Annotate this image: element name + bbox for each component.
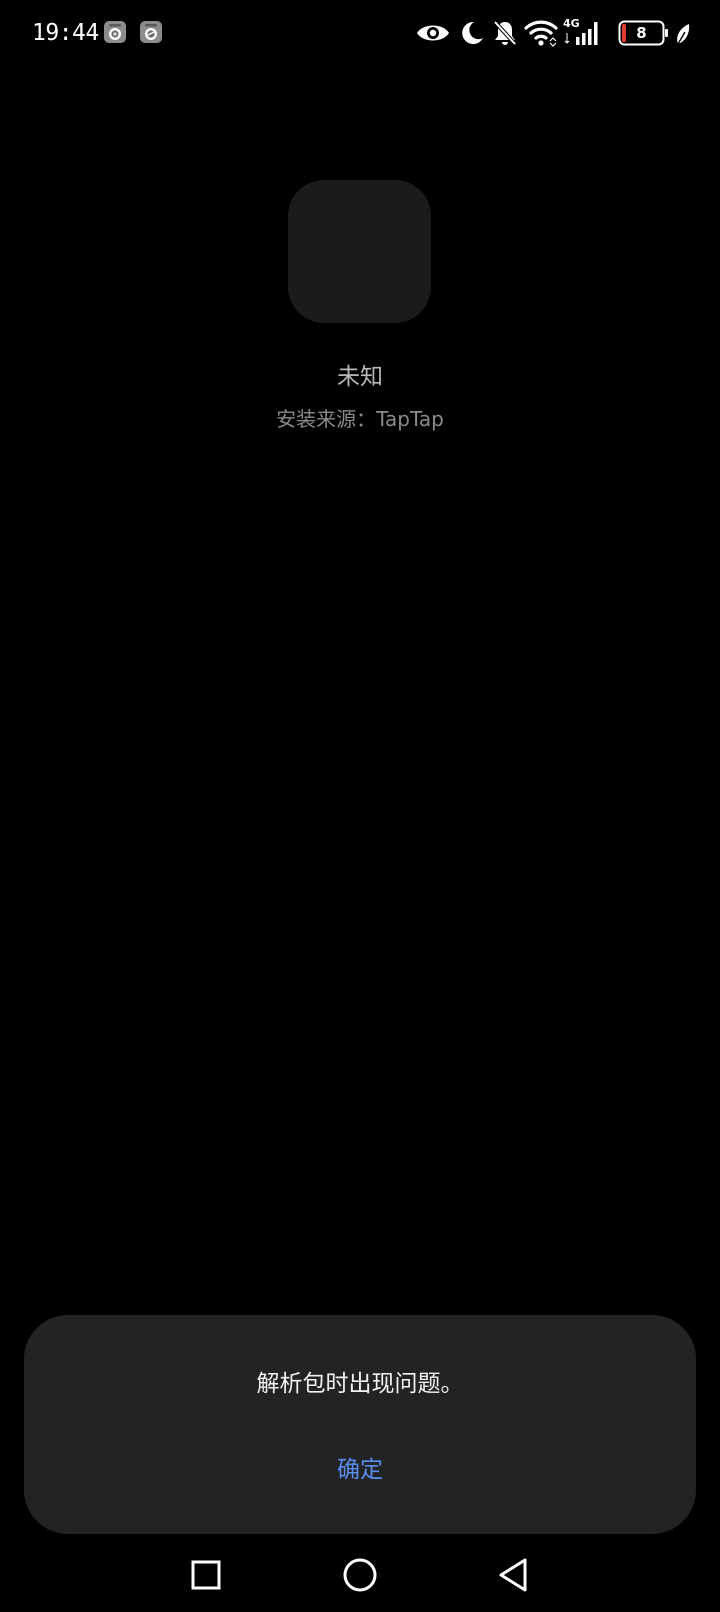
confirm-button[interactable]: 确定 [300,1445,420,1495]
camera-app-icon [104,21,126,43]
eye-icon [417,25,449,41]
bell-off-icon [493,20,517,46]
wifi-icon [524,20,558,47]
dialog-message: 解析包时出现问题。 [256,1371,464,1397]
recents-square-icon [191,1560,221,1590]
cellular-4g-icon: 4G [563,17,603,47]
camera-app-icon [140,21,162,43]
leaf-icon [677,24,690,45]
install-source: 安装来源：TapTap [276,407,444,431]
status-time: 19:44 [32,20,99,46]
app-name: 未知 [337,364,383,390]
home-circle-icon [343,1558,377,1592]
app-icon-placeholder [288,180,431,323]
status-bar: 19:44 4G 8 [0,0,720,68]
moon-icon [462,21,483,44]
battery-icon: 8 [618,20,670,46]
recents-button[interactable] [176,1545,236,1605]
home-button[interactable] [330,1545,390,1605]
error-dialog: 解析包时出现问题。 确定 [24,1315,696,1534]
back-button[interactable] [484,1545,544,1605]
battery-level: 8 [636,24,647,42]
back-triangle-icon [499,1558,527,1592]
